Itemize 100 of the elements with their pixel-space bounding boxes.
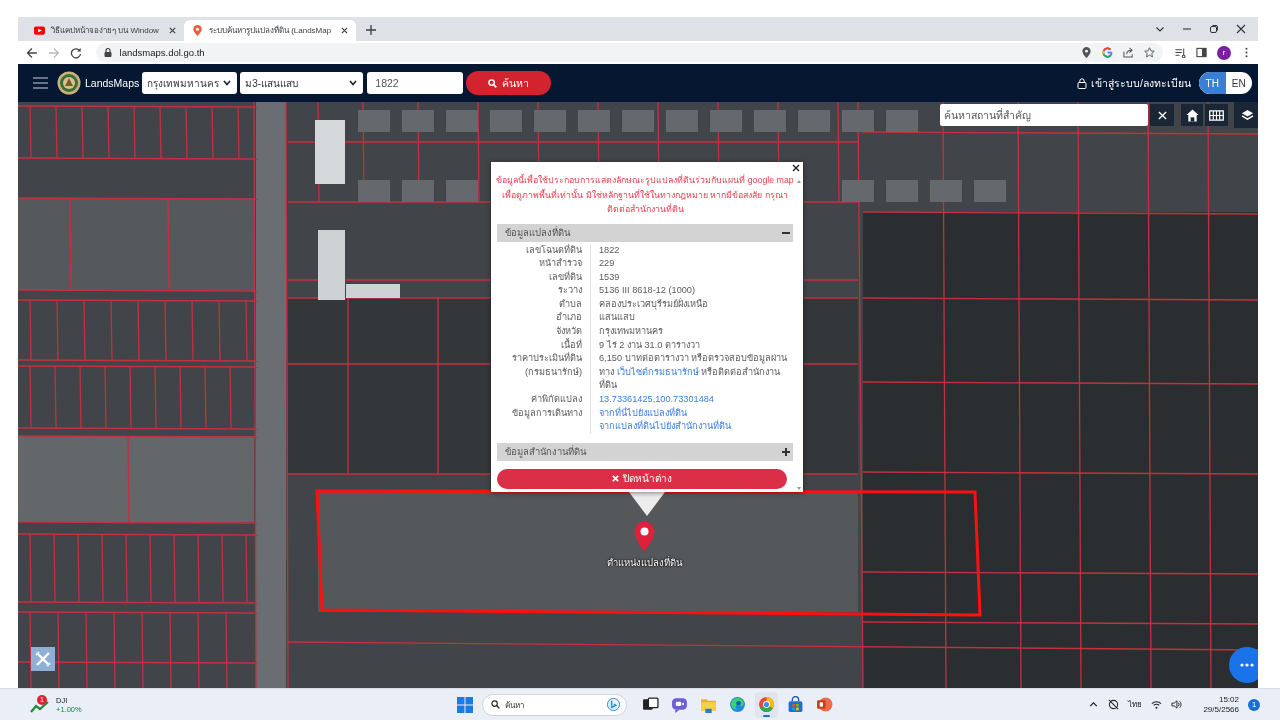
plus-icon[interactable] [366, 25, 377, 35]
field-label: หน้าสำรวจ [538, 257, 583, 271]
field-label: ราคาประเมินที่ดิน (กรมธนารักษ์) [511, 352, 583, 379]
restore-icon[interactable] [1209, 24, 1219, 34]
chrome-icon[interactable] [754, 691, 778, 718]
marker-icon[interactable] [634, 521, 655, 552]
field-label: เลขโฉนดที่ดิน [525, 243, 583, 257]
directions-link[interactable]: จากที่นี่ไปยังแปลงที่ดิน [599, 406, 687, 421]
wifi-icon[interactable] [1151, 699, 1163, 710]
house-roof [930, 180, 962, 202]
search-icon [490, 700, 500, 709]
house-roof [578, 110, 610, 132]
reading-list-icon[interactable] [1175, 47, 1186, 58]
google-icon[interactable] [1102, 47, 1113, 58]
house-roof [842, 110, 874, 132]
field-value: 1539 [590, 270, 793, 285]
stock-chart-icon[interactable] [30, 699, 50, 714]
building [315, 120, 345, 184]
language-option[interactable]: TH [1199, 72, 1226, 94]
field-label: ตำบล [558, 297, 583, 311]
grid-icon [1209, 109, 1224, 121]
expand-icon [782, 447, 790, 456]
input-language[interactable]: ไทย [1128, 698, 1143, 711]
network-icon[interactable] [1108, 699, 1120, 710]
browser-tab[interactable]: ระบบค้นหารูปแปลงที่ดิน (LandsMap [183, 20, 357, 41]
field-label: จังหวัด [555, 325, 583, 338]
house-roof [402, 180, 434, 202]
clock-time[interactable]: 15:02 [1218, 694, 1239, 705]
close-icon[interactable] [168, 27, 176, 34]
logo-icon [57, 71, 81, 95]
profile-avatar[interactable]: r [1217, 45, 1231, 60]
close-icon [612, 475, 619, 483]
disclaimer-text: ข้อมูลนี้เพื่อใช้ประกอบการแสดงลักษณะรูปแปลงที่ดินร่วมกับแผนที่ google map เพื่อดูภาพพื้นที่เท่านั้น มิใช่หลักฐานที่ใช้ในทางกฎหมาย หากมีข้อสงสัย กรุณาติดต่อสำนักงานที่ดิน [495, 173, 795, 216]
house-roof [798, 110, 830, 132]
language-option[interactable]: EN [1225, 72, 1252, 94]
house-roof [974, 180, 1006, 202]
windows-start-icon[interactable] [456, 696, 473, 713]
field-value: 9 ไร่ 2 งาน 31.0 ตารางวา [590, 338, 793, 353]
chevron-down-icon[interactable] [1155, 24, 1165, 34]
taskbar-search-field[interactable]: ค้นหา [481, 694, 627, 716]
layers-icon [1240, 108, 1254, 122]
close-icon [1157, 110, 1167, 120]
house-roof [622, 110, 654, 132]
share-icon[interactable] [1123, 47, 1134, 58]
field-value: คลองประเวศบุรีรมย์ฝั่งเหนือ [590, 297, 793, 312]
house-roof [710, 110, 742, 132]
address-bar[interactable]: landsmaps.dol.go.th [95, 43, 1163, 62]
brand-name: LandsMaps [85, 77, 140, 89]
house-roof [446, 180, 478, 202]
home-button[interactable] [1181, 104, 1203, 126]
back-arrow-icon[interactable] [26, 46, 38, 59]
more-icon [1240, 663, 1254, 667]
house-roof [446, 110, 478, 132]
chevron-down-icon [223, 80, 232, 86]
field-value: 1822 [590, 243, 793, 258]
clock-date[interactable]: 29/5/2566 [1203, 704, 1239, 715]
house-roof [358, 110, 390, 132]
field-label: เลขที่ดิน [548, 270, 583, 284]
login-link[interactable]: เข้าสู่ระบบ/ลงทะเบียน [1077, 74, 1191, 92]
lock-icon [1077, 77, 1088, 89]
field-label: ค่าพิกัดแปลง [530, 393, 583, 407]
layers-button[interactable] [1234, 102, 1258, 128]
close-window-button[interactable]: ปิดหน้าต่าง [497, 468, 787, 489]
star-icon[interactable] [1144, 47, 1155, 58]
field-label: เนื้อที่ [560, 338, 583, 352]
map-pin-icon [191, 25, 203, 36]
website-link[interactable]: เว็บไซต์กรมธนารักษ์ [616, 366, 699, 377]
parcel-number-field[interactable]: 1822 [367, 72, 464, 94]
tools-icon [34, 650, 52, 668]
search-button[interactable]: ค้นหา [466, 71, 552, 95]
coordinates-link[interactable]: 13.73361425,100.73301484 [599, 394, 714, 405]
reload-icon[interactable] [69, 46, 82, 59]
field-label: ข้อมูลการเดินทาง [511, 406, 583, 421]
field-value: กรุงเทพมหานคร [590, 325, 793, 339]
directions-link[interactable]: จากแปลงที่ดินไปยังสำนักงานที่ดิน [599, 420, 731, 434]
chevron-down-icon [349, 80, 358, 86]
field-label: อำเภอ [555, 311, 583, 325]
marker-label: ตำแหน่งแปลงที่ดิน [606, 555, 682, 570]
bing-icon[interactable] [606, 698, 620, 711]
clear-button[interactable] [1150, 104, 1174, 126]
side-panel-icon[interactable] [1196, 47, 1207, 58]
menu-icon[interactable] [33, 77, 48, 89]
section-header[interactable]: ข้อมูลสำนักงานที่ดิน [497, 442, 793, 461]
location-icon[interactable] [1081, 47, 1092, 58]
scrollbar[interactable] [795, 180, 802, 490]
district-select[interactable]: ม3-แสนแสบ [240, 72, 364, 94]
lock-icon [103, 48, 112, 57]
close-icon[interactable] [792, 164, 800, 172]
speaker-icon[interactable] [1171, 699, 1183, 710]
province-select[interactable]: กรุงเทพมหานคร [142, 72, 238, 94]
section-header[interactable]: ข้อมูลแปลงที่ดิน [497, 223, 793, 242]
close-icon[interactable] [341, 27, 349, 34]
place-search-field[interactable]: ค้นหาสถานที่สำคัญ [940, 104, 1148, 126]
grid-button[interactable] [1205, 104, 1228, 126]
house-roof [886, 180, 918, 202]
house-roof [402, 110, 434, 132]
house-roof [886, 110, 918, 132]
field-label: ระวาง [557, 284, 583, 298]
browser-tab[interactable]: วิธีแคปหน้าจอง่ายๆ บน Window [26, 20, 184, 41]
close-icon[interactable] [1236, 24, 1246, 34]
